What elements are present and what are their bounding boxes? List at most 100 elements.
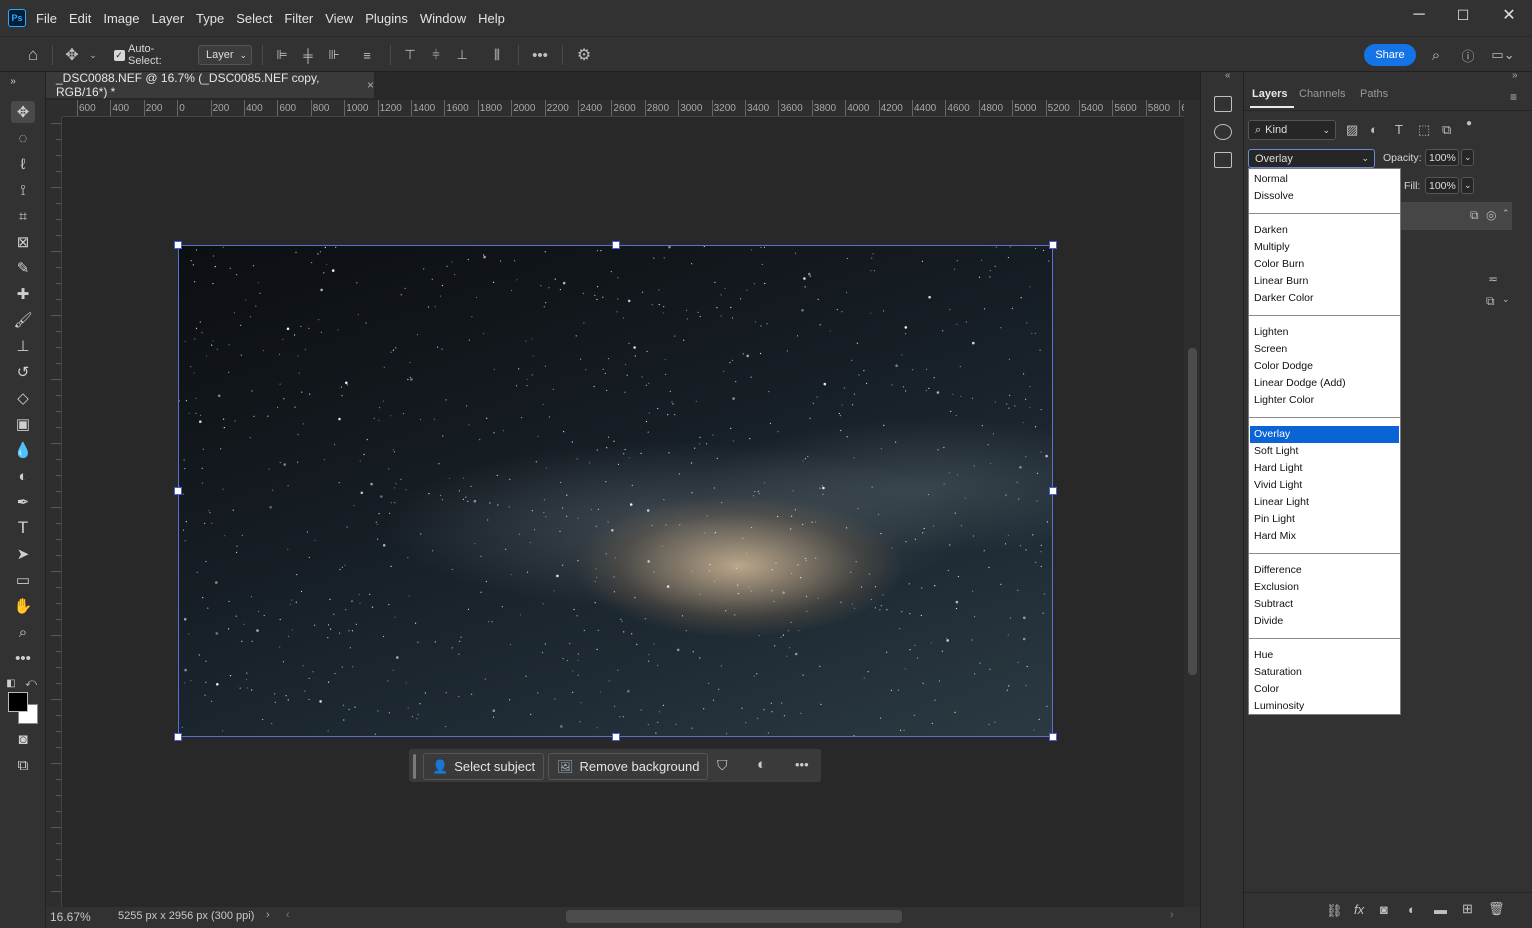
align-top-icon[interactable]: ⊤ (402, 45, 418, 65)
trash-icon[interactable]: 🗑 (1488, 901, 1505, 917)
maximize-button[interactable]: ☐ (1440, 0, 1486, 30)
blend-mode-option[interactable]: Screen (1250, 341, 1399, 358)
zoom-tool-icon[interactable]: ⌕ (11, 621, 35, 643)
swap-colors-icon[interactable]: ⤺ (24, 672, 38, 694)
new-layer-icon[interactable]: ⊞ (1462, 901, 1473, 917)
tool-preset-chevron-icon[interactable]: ⌄ (86, 45, 100, 65)
blend-mode-option[interactable]: Linear Burn (1250, 273, 1399, 290)
transform-handle-bottom[interactable] (612, 733, 620, 741)
menu-help[interactable]: Help (472, 11, 511, 26)
marquee-tool-icon[interactable]: ◌ (11, 127, 35, 149)
blend-mode-option[interactable]: Exclusion (1250, 579, 1399, 596)
filter-kind-dropdown[interactable]: ⌕ Kind ⌄ (1248, 120, 1336, 140)
blend-mode-option[interactable]: Hard Light (1250, 460, 1399, 477)
blend-mode-option[interactable]: Hue (1250, 647, 1399, 664)
add-mask-icon[interactable]: ◙ (1380, 902, 1388, 917)
blend-mode-option[interactable]: Lighten (1250, 324, 1399, 341)
libraries-icon[interactable] (1214, 96, 1232, 112)
distribute-vertical-icon[interactable]: ⫼ (488, 45, 506, 65)
smart-object-filter-icon[interactable]: ⧉ (1442, 122, 1451, 138)
distribute-icon[interactable]: ≡ (358, 45, 376, 65)
menu-plugins[interactable]: Plugins (359, 11, 414, 26)
menu-window[interactable]: Window (414, 11, 472, 26)
close-window-button[interactable]: ✕ (1486, 0, 1532, 30)
default-colors-icon[interactable]: ◧ (4, 672, 18, 694)
blend-mode-option[interactable]: Hard Mix (1250, 528, 1399, 545)
tab-layers[interactable]: Layers (1252, 88, 1287, 100)
collapse-panel-icon[interactable]: » (1512, 70, 1518, 81)
new-group-icon[interactable]: ▬ (1434, 902, 1447, 917)
blend-mode-option[interactable]: Color Burn (1250, 256, 1399, 273)
eraser-tool-icon[interactable]: ◇ (11, 387, 35, 409)
vertical-scrollbar[interactable] (1184, 100, 1200, 907)
horizontal-scroll-thumb[interactable] (566, 910, 902, 923)
scroll-left-icon[interactable]: ‹ (286, 909, 290, 921)
menu-file[interactable]: File (30, 11, 63, 26)
drag-handle[interactable] (413, 754, 416, 779)
link-layers-icon[interactable]: ⛓ (1326, 903, 1343, 919)
edit-toolbar-icon[interactable]: ••• (11, 647, 35, 669)
select-subject-button[interactable]: 👤 Select subject (423, 753, 545, 780)
blend-mode-option[interactable]: Saturation (1250, 664, 1399, 681)
healing-brush-tool-icon[interactable]: ✚ (11, 283, 35, 305)
transform-handle-bottom-right[interactable] (1049, 733, 1057, 741)
blend-mode-option[interactable]: Multiply (1250, 239, 1399, 256)
menu-filter[interactable]: Filter (278, 11, 319, 26)
fill-chevron-icon[interactable]: ⌄ (1461, 177, 1474, 194)
blend-mode-option[interactable]: Vivid Light (1250, 477, 1399, 494)
align-horizontal-center-icon[interactable]: ╪ (300, 45, 316, 65)
panel-menu-icon[interactable]: ≡ (1510, 90, 1517, 104)
adjustment-icon[interactable]: ◐ (757, 756, 766, 773)
fill-input[interactable]: 100% (1425, 177, 1459, 194)
transform-handle-right[interactable] (1049, 487, 1057, 495)
blend-mode-option[interactable]: Color (1250, 681, 1399, 698)
blend-mode-option[interactable]: Linear Light (1250, 494, 1399, 511)
menu-edit[interactable]: Edit (63, 11, 97, 26)
document-tab[interactable]: _DSC0088.NEF @ 16.7% (_DSC0085.NEF copy,… (46, 71, 374, 99)
transform-icon[interactable]: ⛉ (717, 757, 728, 774)
zoom-level[interactable]: 16.67% (50, 910, 91, 924)
tab-channels[interactable]: Channels (1299, 88, 1345, 100)
blend-mode-option[interactable]: Dissolve (1250, 188, 1399, 205)
shape-filter-icon[interactable]: ⬚ (1418, 122, 1430, 138)
home-icon[interactable]: ⌂ (22, 45, 44, 65)
gear-icon[interactable]: ⚙ (574, 45, 594, 65)
pixel-filter-icon[interactable]: ▨ (1346, 122, 1358, 138)
blend-mode-option[interactable]: Linear Dodge (Add) (1250, 375, 1399, 392)
share-button[interactable]: Share (1364, 44, 1416, 66)
menu-select[interactable]: Select (230, 11, 278, 26)
brush-tool-icon[interactable]: 🖌 (11, 309, 35, 331)
quick-selection-tool-icon[interactable]: ⟟ (11, 179, 35, 201)
menu-type[interactable]: Type (190, 11, 230, 26)
clone-stamp-tool-icon[interactable]: ⊥ (11, 335, 35, 357)
blend-mode-option[interactable]: Luminosity (1250, 698, 1399, 715)
transform-handle-top-right[interactable] (1049, 241, 1057, 249)
blend-mode-option[interactable]: Lighter Color (1250, 392, 1399, 409)
fx-icon[interactable]: fx (1354, 902, 1364, 917)
crop-tool-icon[interactable]: ⌗ (11, 205, 35, 227)
transform-handle-bottom-left[interactable] (174, 733, 182, 741)
adjustment-filter-icon[interactable]: ◐ (1370, 122, 1378, 137)
lasso-tool-icon[interactable]: ℓ (11, 153, 35, 175)
collapse-icons-icon[interactable]: « (1225, 70, 1231, 81)
more-options-icon[interactable]: ••• (795, 757, 809, 772)
blend-mode-dropdown[interactable]: Overlay ⌄ (1248, 149, 1375, 168)
workspace-icon[interactable]: ▭⌄ (1488, 45, 1518, 65)
blend-mode-option[interactable]: Darken (1250, 222, 1399, 239)
blend-mode-option[interactable]: Darker Color (1250, 290, 1399, 307)
auto-select-target-dropdown[interactable]: Layer ⌄ (198, 45, 252, 65)
collapse-panel-icon[interactable]: » (6, 70, 20, 92)
new-adjustment-layer-icon[interactable]: ◐ (1408, 902, 1416, 917)
scroll-right-icon[interactable]: › (1170, 909, 1174, 921)
opacity-chevron-icon[interactable]: ⌄ (1461, 149, 1474, 166)
screen-mode-icon[interactable]: ⧉ (11, 754, 35, 776)
opacity-input[interactable]: 100% (1425, 149, 1459, 166)
adjustments-icon[interactable] (1214, 124, 1232, 140)
rectangle-tool-icon[interactable]: ▭ (11, 569, 35, 591)
chevron-right-icon[interactable]: › (266, 909, 270, 921)
menu-view[interactable]: View (319, 11, 359, 26)
blend-mode-option[interactable]: Subtract (1250, 596, 1399, 613)
blur-tool-icon[interactable]: 💧 (11, 439, 35, 461)
chevron-down-icon[interactable]: ⌄ (1502, 294, 1510, 305)
more-options-icon[interactable]: ••• (530, 45, 550, 65)
